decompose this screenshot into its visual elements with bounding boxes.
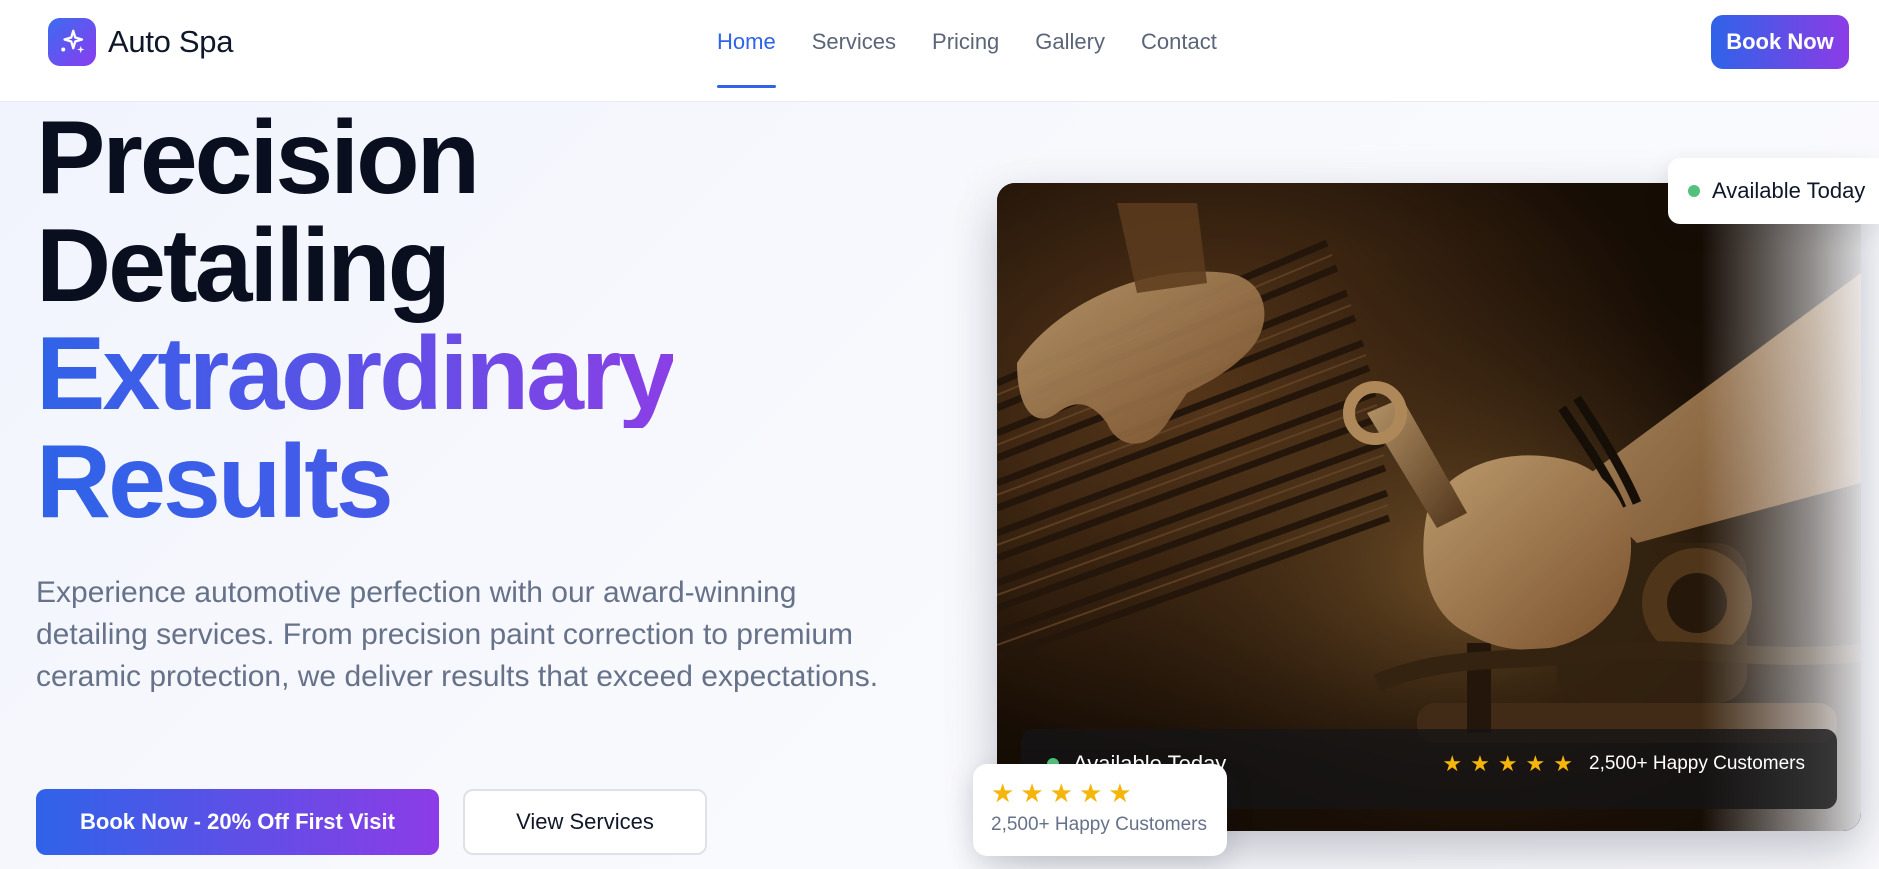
star-icon: ★ [1553,751,1574,776]
main-nav: Home Services Pricing Gallery Contact [717,0,1253,102]
rating-stars: ★ ★ ★ ★ ★ [991,780,1132,806]
star-icon: ★ [991,778,1015,808]
hero-headline: Precision Detailing Extraordinary Result… [36,102,676,536]
availability-badge-text: Available Today [1712,178,1866,203]
star-icon: ★ [1525,751,1546,776]
nav-link-home[interactable]: Home [717,0,776,102]
nav-link-pricing[interactable]: Pricing [932,0,999,102]
star-icon: ★ [1049,778,1073,808]
top-navigation: Auto Spa Home Services Pricing Gallery C… [0,0,1879,102]
headline-line-2: Detailing [36,208,451,324]
star-icon: ★ [1497,751,1518,776]
overlay-rating: ★ ★ ★ ★ ★ 2,500+ Happy Customers [1442,753,1805,775]
nav-link-contact[interactable]: Contact [1141,0,1217,102]
star-icon: ★ [1020,778,1044,808]
book-discount-button[interactable]: Book Now - 20% Off First Visit [36,789,439,855]
nav-link-gallery[interactable]: Gallery [1035,0,1105,102]
view-services-button[interactable]: View Services [463,789,707,855]
star-icon: ★ [1108,778,1132,808]
star-icon: ★ [1078,778,1103,808]
headline-line-3: Extraordinary [36,316,676,432]
logo-badge[interactable] [48,18,96,66]
availability-badge: Available Today [1668,158,1879,224]
headline-line-1: Precision [36,102,480,216]
star-icon: ★ [1470,751,1490,776]
rating-badge: ★ ★ ★ ★ ★ 2,500+ Happy Customers [973,764,1227,856]
headline-line-4: Results [36,428,673,536]
overlay-rating-text: 2,500+ Happy Customers [1589,753,1805,774]
hero-section: Precision Detailing Extraordinary Result… [0,102,1879,869]
hero-description: Experience automotive perfection with ou… [36,576,879,693]
hero-image-card: Available Today ★ ★ ★ ★ ★ 2,500+ Happy C… [997,183,1861,831]
star-icon: ★ [1442,751,1463,776]
rating-badge-text: 2,500+ Happy Customers [991,814,1207,835]
sparkle-icon [61,29,85,54]
nav-link-services[interactable]: Services [812,0,896,102]
brand-name[interactable]: Auto Spa [108,24,233,60]
status-dot-icon [1688,185,1700,197]
book-now-button[interactable]: Book Now [1711,15,1849,69]
